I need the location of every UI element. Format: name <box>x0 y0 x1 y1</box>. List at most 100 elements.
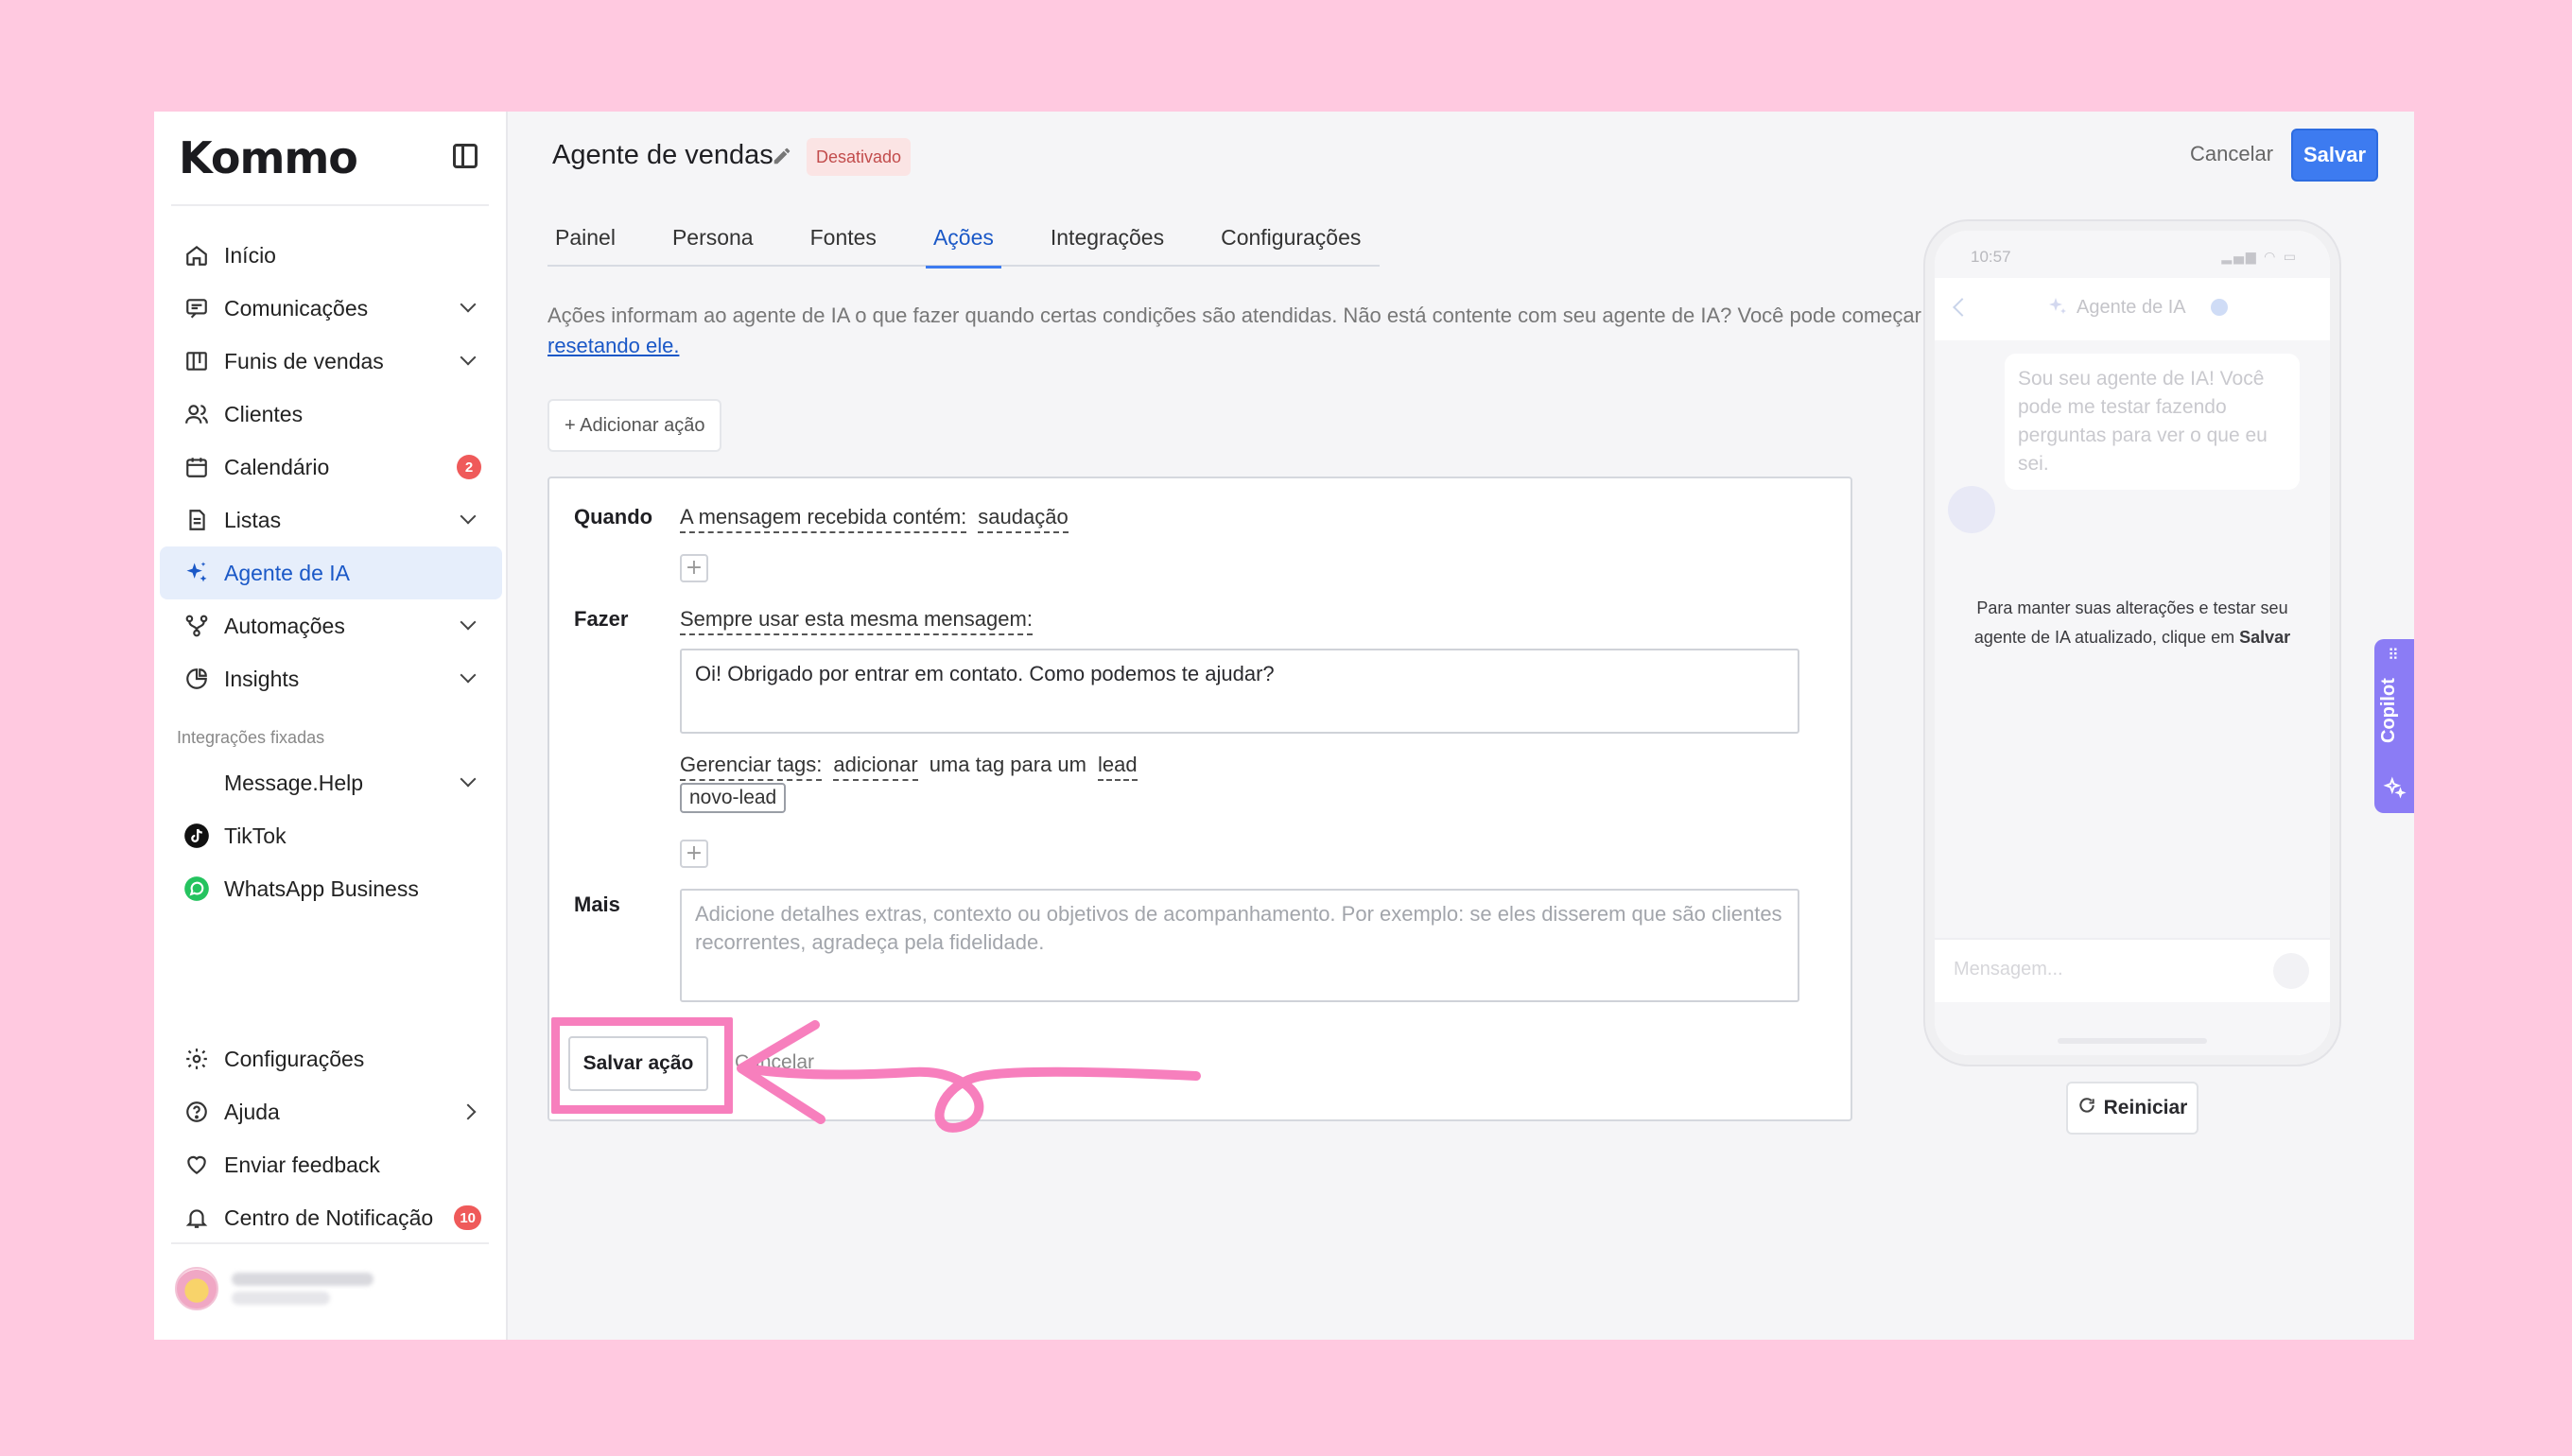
tags-middle-text: uma tag para um <box>929 753 1086 776</box>
add-do-action-button[interactable]: + <box>680 840 708 868</box>
phone-time: 10:57 <box>1971 248 2011 266</box>
sidebar-item-label: TikTok <box>224 823 287 848</box>
sidebar-item-label: Message.Help <box>224 770 364 795</box>
home-icon <box>182 241 211 269</box>
restart-button[interactable]: Reiniciar <box>2066 1082 2198 1135</box>
sidebar-item-tiktok[interactable]: TikTok <box>160 809 502 862</box>
sidebar-item-ajuda[interactable]: Ajuda <box>160 1085 502 1138</box>
sidebar-item-clientes[interactable]: Clientes <box>160 388 502 441</box>
sidebar-item-label: Calendário <box>224 454 330 479</box>
kommo-logo[interactable]: Kommo <box>179 132 358 183</box>
sidebar-item-feedback[interactable]: Enviar feedback <box>160 1138 502 1191</box>
sidebar-item-label: Ajuda <box>224 1099 280 1124</box>
condition-value[interactable]: saudação <box>978 505 1069 533</box>
drag-handle-icon[interactable]: ⠿ <box>2388 648 2401 669</box>
tab-integracoes[interactable]: Integrações <box>1043 223 1172 267</box>
add-action-button[interactable]: + Adicionar ação <box>547 399 722 452</box>
more-details-textarea[interactable]: Adicione detalhes extras, contexto ou ob… <box>680 889 1799 1002</box>
message-input-placeholder: Mensagem... <box>1954 959 2063 979</box>
chevron-down-icon[interactable] <box>460 771 477 788</box>
sidebar-item-label: Comunicações <box>224 295 369 321</box>
automation-icon <box>182 612 211 640</box>
bot-avatar-icon <box>1948 486 1995 533</box>
sidebar-item-comunicacoes[interactable]: Comunicações <box>160 282 502 335</box>
whatsapp-icon <box>182 875 211 903</box>
actions-description: Ações informam ao agente de IA o que faz… <box>547 301 2023 361</box>
sidebar-item-label: Agente de IA <box>224 560 350 585</box>
sidebar-item-configuracoes[interactable]: Configurações <box>160 1032 502 1085</box>
manage-tags-selector[interactable]: Gerenciar tags: <box>680 753 823 781</box>
sidebar-item-whatsapp[interactable]: WhatsApp Business <box>160 862 502 915</box>
tag-verb-selector[interactable]: adicionar <box>833 753 918 781</box>
do-label: Fazer <box>574 607 629 631</box>
sidebar-item-label: Início <box>224 242 276 268</box>
cancel-button[interactable]: Cancelar <box>2190 142 2273 166</box>
sidebar-item-label: Automações <box>224 613 345 638</box>
sidebar-item-notificacoes[interactable]: Centro de Notificação 10 <box>160 1191 502 1244</box>
chat-icon <box>182 294 211 322</box>
chevron-down-icon[interactable] <box>460 614 477 631</box>
divider <box>171 1242 489 1244</box>
add-condition-button[interactable]: + <box>680 554 708 582</box>
send-icon[interactable] <box>2273 953 2309 989</box>
sidebar-item-label: Listas <box>224 507 282 532</box>
sidebar-item-insights[interactable]: Insights <box>160 652 502 705</box>
sidebar-item-message-help[interactable]: Message.Help <box>160 756 502 809</box>
chevron-right-icon[interactable] <box>460 1103 477 1120</box>
sidebar-item-automacoes[interactable]: Automações <box>160 599 502 652</box>
sidebar-item-inicio[interactable]: Início <box>160 229 502 282</box>
sidebar-item-funis[interactable]: Funis de vendas <box>160 335 502 388</box>
tab-bar: Painel Persona Fontes Ações Integrações … <box>547 223 1380 269</box>
sidebar-item-label: Configurações <box>224 1046 365 1071</box>
message-input[interactable]: Mensagem... <box>1935 938 2330 1002</box>
tiktok-icon <box>182 822 211 850</box>
sidebar: Kommo Início Comunicações Funis de venda… <box>154 112 508 1340</box>
calendar-badge: 2 <box>457 455 481 479</box>
save-hint-bold: Salvar <box>2239 628 2291 647</box>
user-profile[interactable] <box>175 1267 374 1310</box>
save-button[interactable]: Salvar <box>2291 129 2378 182</box>
tab-acoes[interactable]: Ações <box>925 223 1001 269</box>
sidebar-item-label: WhatsApp Business <box>224 875 419 901</box>
copilot-tab[interactable]: ⠿ Copilot <box>2374 639 2414 813</box>
chevron-down-icon[interactable] <box>460 349 477 366</box>
heart-icon <box>182 1151 211 1179</box>
condition-selector[interactable]: A mensagem recebida contém: <box>680 505 967 533</box>
sidebar-collapse-icon[interactable] <box>453 144 478 168</box>
tag-target-selector[interactable]: lead <box>1098 753 1138 781</box>
sidebar-item-label: Insights <box>224 666 300 691</box>
more-label: Mais <box>574 893 620 916</box>
reset-link[interactable]: resetando ele. <box>547 334 679 357</box>
help-icon <box>182 1098 211 1126</box>
chevron-down-icon[interactable] <box>460 296 477 313</box>
tab-configuracoes[interactable]: Configurações <box>1213 223 1368 267</box>
sparkle-icon <box>182 559 211 587</box>
bottom-nav: Configurações Ajuda Enviar feedback Cent… <box>160 1032 502 1244</box>
chat-header: Agente de IA <box>1935 278 2330 340</box>
back-icon[interactable] <box>1953 298 1972 317</box>
chevron-down-icon[interactable] <box>460 667 477 684</box>
phone-screen: 10:57 ▂▄▆ ◠ ▭ Agente de IA Sou seu agent… <box>1935 231 2330 1055</box>
tag-chip[interactable]: novo-lead <box>680 783 787 813</box>
message-textarea[interactable]: Oi! Obrigado por entrar em contato. Como… <box>680 649 1799 734</box>
sparkle-icon <box>2382 775 2407 800</box>
sidebar-item-calendario[interactable]: Calendário 2 <box>160 441 502 494</box>
sidebar-item-agente-ia[interactable]: Agente de IA <box>160 546 502 599</box>
tab-persona[interactable]: Persona <box>665 223 761 267</box>
sidebar-item-label: Clientes <box>224 401 304 426</box>
pipeline-icon <box>182 347 211 375</box>
bot-message-bubble: Sou seu agente de IA! Você pode me testa… <box>2005 354 2300 490</box>
chat-title: Agente de IA <box>2077 297 2186 318</box>
save-hint: Para manter suas alterações e testar seu… <box>1963 594 2302 652</box>
sidebar-item-listas[interactable]: Listas <box>160 494 502 546</box>
annotation-highlight-box <box>551 1017 733 1114</box>
chevron-down-icon[interactable] <box>460 508 477 525</box>
restart-label: Reiniciar <box>2103 1097 2188 1118</box>
tab-painel[interactable]: Painel <box>547 223 623 267</box>
page-title: Agente de vendas <box>552 140 773 170</box>
do-instruction-selector[interactable]: Sempre usar esta mesma mensagem: <box>680 607 1033 635</box>
pencil-icon[interactable] <box>772 146 792 166</box>
tab-fontes[interactable]: Fontes <box>803 223 884 267</box>
description-text: Ações informam ao agente de IA o que faz… <box>547 303 1997 327</box>
copilot-label: Copilot <box>2378 678 2399 743</box>
